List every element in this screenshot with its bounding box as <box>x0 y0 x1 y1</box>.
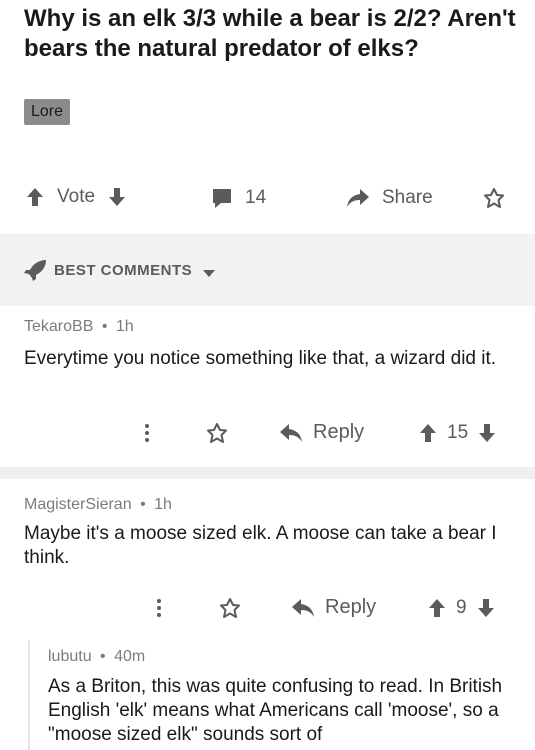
reply-label: Reply <box>313 421 365 443</box>
comment-author[interactable]: MagisterSieran <box>24 496 132 513</box>
comment-body: Everytime you notice something like that… <box>24 348 497 369</box>
post-vote-group: Vote <box>26 186 126 208</box>
comment-icon <box>211 188 233 209</box>
upvote-icon[interactable] <box>419 423 437 443</box>
comment-age: 1h <box>115 318 134 335</box>
reply-button[interactable]: Reply <box>279 421 364 444</box>
comment-count: 14 <box>245 187 267 208</box>
comment-vote-group: 15 <box>419 422 496 444</box>
reply-label: Reply <box>325 596 377 618</box>
post-comments-button[interactable]: 14 <box>211 187 266 209</box>
comment-body: Maybe it's a moose sized elk. A moose ca… <box>24 523 497 568</box>
reply-button[interactable]: Reply <box>291 596 376 619</box>
vote-label: Vote <box>57 186 96 207</box>
comment-meta: MagisterSieran • 1h <box>24 496 172 514</box>
sort-label[interactable]: BEST COMMENTS <box>54 262 192 279</box>
upvote-icon[interactable] <box>428 598 446 618</box>
chevron-down-icon[interactable] <box>203 265 215 283</box>
upvote-icon[interactable] <box>26 187 44 207</box>
meta-separator: • <box>101 318 108 335</box>
save-post-button[interactable] <box>483 187 505 214</box>
save-comment-button[interactable] <box>219 597 241 624</box>
downvote-icon[interactable] <box>108 187 126 207</box>
reply-icon <box>291 598 315 618</box>
save-icon <box>483 188 505 213</box>
meta-separator: • <box>100 648 106 665</box>
comment-meta: lubutu • 40m <box>48 648 145 666</box>
comment-author[interactable]: TekaroBB <box>24 318 93 335</box>
save-icon <box>206 423 228 448</box>
save-icon <box>219 598 241 623</box>
rocket-icon <box>24 259 48 286</box>
comment-score: 15 <box>447 422 469 443</box>
save-comment-button[interactable] <box>206 422 228 449</box>
post-flair[interactable]: Lore <box>24 99 71 125</box>
comment-age: 1h <box>154 496 172 513</box>
more-icon[interactable] <box>156 598 162 623</box>
downvote-icon[interactable] <box>478 423 496 443</box>
comment-score: 9 <box>456 597 467 618</box>
meta-separator: • <box>140 496 146 513</box>
comment-divider <box>0 467 535 479</box>
share-button[interactable]: Share <box>346 187 433 209</box>
comment-body: As a Briton, this was quite confusing to… <box>48 676 503 745</box>
comment-vote-group: 9 <box>428 597 495 619</box>
more-icon[interactable] <box>144 423 150 448</box>
comment-author[interactable]: lubutu <box>48 648 92 665</box>
post-title[interactable]: Why is an elk 3/3 while a bear is 2/2? A… <box>24 4 524 64</box>
thread-line[interactable] <box>28 640 30 750</box>
comment-meta: TekaroBB • 1h <box>24 318 134 336</box>
reply-icon <box>279 423 303 443</box>
share-label: Share <box>382 187 433 208</box>
share-icon <box>346 188 370 208</box>
comment-age: 40m <box>114 648 146 665</box>
downvote-icon[interactable] <box>477 598 495 618</box>
